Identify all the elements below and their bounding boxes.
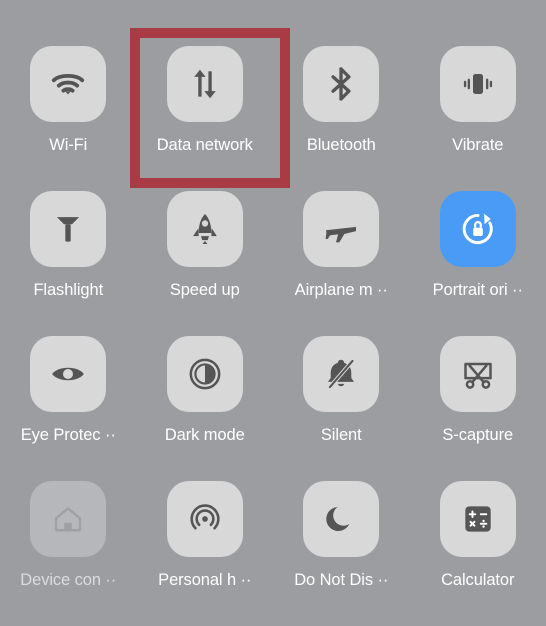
quick-tile-calculator[interactable]: Calculator <box>410 481 546 626</box>
bell-slash-icon-container[interactable] <box>303 336 379 412</box>
quick-tile-flashlight[interactable]: Flashlight <box>0 191 137 336</box>
flashlight-icon <box>49 210 87 248</box>
quick-settings-grid: Wi-Fi Data network <box>0 0 546 614</box>
airplane-icon <box>321 209 361 249</box>
quick-tile-label: Wi-Fi <box>49 137 87 154</box>
quick-tile-label: Data network <box>157 137 253 154</box>
moon-icon-container[interactable] <box>303 481 379 557</box>
quick-tile-label: Do Not Dis ·· <box>294 572 388 589</box>
data-network-icon <box>186 65 224 103</box>
quick-tile-s-capture[interactable]: S-capture <box>410 336 546 481</box>
home-icon <box>50 501 86 537</box>
dark-mode-icon-container[interactable] <box>167 336 243 412</box>
quick-tile-label: Eye Protec ·· <box>21 427 116 444</box>
hotspot-icon-container[interactable] <box>167 481 243 557</box>
rotation-lock-icon <box>457 208 499 250</box>
quick-tile-label: Dark mode <box>165 427 245 444</box>
screen-capture-icon <box>458 354 498 394</box>
screen-capture-icon-container[interactable] <box>440 336 516 412</box>
quick-tile-eye-protection[interactable]: Eye Protec ·· <box>0 336 137 481</box>
quick-tile-label: Flashlight <box>33 282 103 299</box>
eye-icon-container[interactable] <box>30 336 106 412</box>
quick-tile-label: Silent <box>321 427 362 444</box>
rocket-icon <box>186 210 224 248</box>
quick-tile-data-network[interactable]: Data network <box>137 46 274 191</box>
quick-tile-label: Device con ·· <box>20 572 116 589</box>
rocket-icon-container[interactable] <box>167 191 243 267</box>
data-network-icon-container[interactable] <box>167 46 243 122</box>
quick-tile-do-not-disturb[interactable]: Do Not Dis ·· <box>273 481 410 626</box>
home-icon-container[interactable] <box>30 481 106 557</box>
quick-tile-portrait-orientation[interactable]: Portrait ori ·· <box>410 191 546 336</box>
quick-tile-label: Bluetooth <box>307 137 376 154</box>
quick-tile-label: Speed up <box>170 282 240 299</box>
quick-tile-wifi[interactable]: Wi-Fi <box>0 46 137 191</box>
quick-tile-label: Vibrate <box>452 137 503 154</box>
dark-mode-icon <box>185 354 225 394</box>
rotation-lock-icon-container[interactable] <box>440 191 516 267</box>
quick-tile-label: S-capture <box>442 427 513 444</box>
calculator-icon <box>459 500 497 538</box>
moon-icon <box>323 501 359 537</box>
quick-tile-label: Portrait ori ·· <box>433 282 523 299</box>
quick-tile-speed-up[interactable]: Speed up <box>137 191 274 336</box>
quick-tile-dark-mode[interactable]: Dark mode <box>137 336 274 481</box>
quick-tile-label: Calculator <box>441 572 514 589</box>
quick-tile-vibrate[interactable]: Vibrate <box>410 46 546 191</box>
bluetooth-icon <box>322 65 360 103</box>
vibrate-icon <box>458 64 498 104</box>
quick-tile-label: Personal h ·· <box>158 572 251 589</box>
quick-tile-silent[interactable]: Silent <box>273 336 410 481</box>
quick-settings-panel: Wi-Fi Data network <box>0 0 546 614</box>
wifi-icon <box>48 64 88 104</box>
bell-slash-icon <box>322 355 360 393</box>
eye-icon <box>48 354 88 394</box>
wifi-icon-container[interactable] <box>30 46 106 122</box>
quick-tile-device-control[interactable]: Device con ·· <box>0 481 137 626</box>
airplane-icon-container[interactable] <box>303 191 379 267</box>
vibrate-icon-container[interactable] <box>440 46 516 122</box>
flashlight-icon-container[interactable] <box>30 191 106 267</box>
quick-tile-bluetooth[interactable]: Bluetooth <box>273 46 410 191</box>
quick-tile-airplane-mode[interactable]: Airplane m ·· <box>273 191 410 336</box>
hotspot-icon <box>185 499 225 539</box>
bluetooth-icon-container[interactable] <box>303 46 379 122</box>
quick-tile-label: Airplane m ·· <box>295 282 388 299</box>
quick-tile-personal-hotspot[interactable]: Personal h ·· <box>137 481 274 626</box>
calculator-icon-container[interactable] <box>440 481 516 557</box>
